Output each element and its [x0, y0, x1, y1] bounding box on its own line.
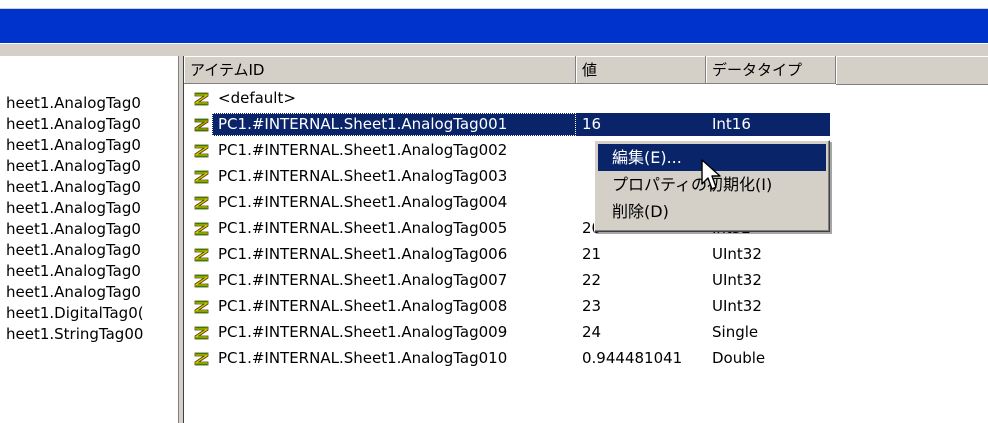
- list-row[interactable]: PC1.#INTERNAL.Sheet1.AnalogTag00520Int32: [184, 217, 988, 240]
- item-id-cell: PC1.#INTERNAL.Sheet1.AnalogTag007: [218, 271, 508, 289]
- tree-item[interactable]: heet1.AnalogTag0: [6, 198, 141, 219]
- tag-icon: [194, 274, 209, 288]
- tag-icon: [194, 326, 209, 340]
- tag-icon: [194, 92, 209, 106]
- list-row[interactable]: PC1.#INTERNAL.Sheet1.AnalogTag006 21 UInt3…: [184, 243, 988, 266]
- list-row[interactable]: PC1.#INTERNAL.Sheet1.AnalogTag010 0.94448…: [184, 347, 988, 370]
- tree-item[interactable]: heet1.AnalogTag0: [6, 114, 141, 135]
- item-list[interactable]: アイテムID 値 データタイプ <default> PC1.#INTERNAL.S…: [184, 56, 988, 423]
- item-id-cell: PC1.#INTERNAL.Sheet1.AnalogTag008: [218, 297, 508, 315]
- list-row[interactable]: PC1.#INTERNAL.Sheet1.AnalogTag007 22 UInt3…: [184, 269, 988, 292]
- tree-item[interactable]: heet1.AnalogTag0: [6, 177, 141, 198]
- value-cell: 16: [582, 115, 602, 133]
- value-cell: 22: [582, 271, 602, 289]
- list-row[interactable]: PC1.#INTERNAL.Sheet1.AnalogTag003: [184, 165, 988, 188]
- tag-icon: [194, 118, 209, 132]
- item-id-cell: PC1.#INTERNAL.Sheet1.AnalogTag004: [218, 193, 508, 211]
- column-header-data-type[interactable]: データタイプ: [706, 56, 836, 84]
- item-id-cell: PC1.#INTERNAL.Sheet1.AnalogTag001: [218, 115, 508, 133]
- tree-item[interactable]: heet1.AnalogTag0: [6, 261, 141, 282]
- tree-item[interactable]: heet1.AnalogTag0: [6, 93, 141, 114]
- data-type-cell: Double: [712, 349, 766, 367]
- list-row[interactable]: PC1.#INTERNAL.Sheet1.AnalogTag008 23 UInt3…: [184, 295, 988, 318]
- item-id-cell: PC1.#INTERNAL.Sheet1.AnalogTag005: [218, 219, 508, 237]
- item-id-cell: PC1.#INTERNAL.Sheet1.AnalogTag006: [218, 245, 508, 263]
- tag-icon: [194, 352, 209, 366]
- column-header-filler: [836, 56, 988, 85]
- title-bar[interactable]: [0, 9, 988, 43]
- data-type-cell: Single: [712, 323, 759, 341]
- frame-gap: [0, 43, 988, 57]
- data-type-cell: UInt32: [712, 271, 762, 289]
- list-row[interactable]: PC1.#INTERNAL.Sheet1.AnalogTag002: [184, 139, 988, 162]
- value-cell: 21: [582, 245, 602, 263]
- window-top-edge: [0, 0, 988, 9]
- tree-item[interactable]: heet1.DigitalTag0(: [6, 303, 144, 324]
- value-cell: 23: [582, 297, 602, 315]
- list-row[interactable]: PC1.#INTERNAL.Sheet1.AnalogTag004: [184, 191, 988, 214]
- tag-icon: [194, 248, 209, 262]
- item-id-cell: PC1.#INTERNAL.Sheet1.AnalogTag003: [218, 167, 508, 185]
- tag-icon: [194, 144, 209, 158]
- tag-icon: [194, 222, 209, 236]
- list-row[interactable]: PC1.#INTERNAL.Sheet1.AnalogTag009 24 Singl…: [184, 321, 988, 344]
- item-id-cell: <default>: [218, 89, 296, 107]
- data-type-cell: Int16: [712, 115, 751, 133]
- tag-icon: [194, 300, 209, 314]
- value-cell: 0.944481041: [582, 349, 683, 367]
- column-header-item-id[interactable]: アイテムID: [184, 56, 576, 84]
- column-header-value[interactable]: 値: [576, 56, 706, 84]
- data-type-cell: UInt32: [712, 297, 762, 315]
- value-cell: 24: [582, 323, 602, 341]
- tree-item[interactable]: heet1.StringTag00: [6, 324, 143, 345]
- tree-item[interactable]: heet1.AnalogTag0: [6, 219, 141, 240]
- tag-icon: [194, 170, 209, 184]
- tree-item[interactable]: heet1.AnalogTag0: [6, 282, 141, 303]
- tag-icon: [194, 196, 209, 210]
- selection-highlight: [576, 113, 830, 136]
- tree-item[interactable]: heet1.AnalogTag0: [6, 240, 141, 261]
- tree-item[interactable]: heet1.AnalogTag0: [6, 135, 141, 156]
- tree-pane[interactable]: heet1.AnalogTag0 heet1.AnalogTag0 heet1.An…: [0, 56, 178, 423]
- list-header: アイテムID 値 データタイプ: [184, 56, 988, 85]
- mouse-pointer-icon: [701, 159, 721, 190]
- list-row[interactable]: PC1.#INTERNAL.Sheet1.AnalogTag001 16 Int16: [184, 113, 988, 136]
- list-row[interactable]: <default>: [184, 87, 988, 110]
- item-id-cell: PC1.#INTERNAL.Sheet1.AnalogTag009: [218, 323, 508, 341]
- tree-item[interactable]: heet1.AnalogTag0: [6, 156, 141, 177]
- item-id-cell: PC1.#INTERNAL.Sheet1.AnalogTag010: [218, 349, 508, 367]
- data-type-cell: UInt32: [712, 245, 762, 263]
- menu-item-delete[interactable]: 削除(D): [598, 198, 826, 225]
- item-id-cell: PC1.#INTERNAL.Sheet1.AnalogTag002: [218, 141, 508, 159]
